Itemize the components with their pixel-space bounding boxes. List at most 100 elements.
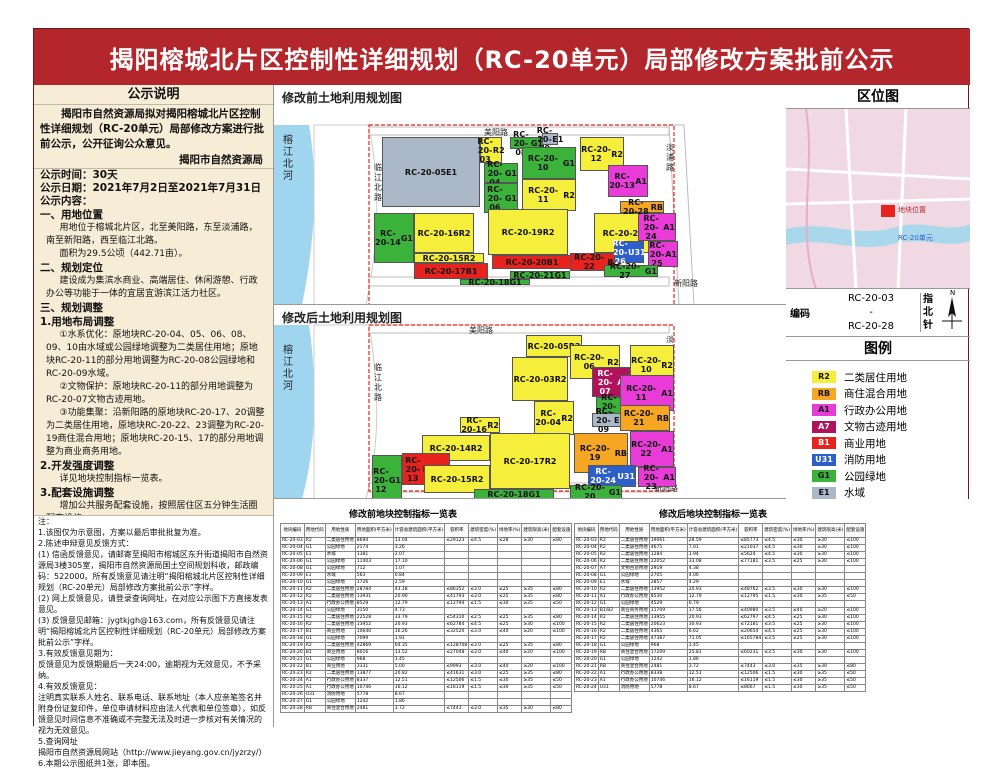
table-cell: 968 — [648, 642, 688, 650]
table-cell: ≤80 — [550, 586, 573, 594]
table-cell — [815, 656, 846, 664]
table-cell: ≤1.5 — [762, 677, 793, 685]
table-cell: ≤7443 — [738, 663, 764, 671]
legend-swatch: A1 — [812, 404, 836, 417]
table-cell — [844, 656, 867, 664]
table-cell: G1 — [597, 642, 620, 650]
table-cell: 5778 — [354, 691, 394, 699]
page-title: 揭阳榕城北片区控制性详细规划（RC-20单元）局部修改方案批前公示 — [34, 29, 970, 85]
table-cell: G1 — [303, 579, 326, 587]
table-cell: 13.04 — [392, 537, 446, 545]
table-cell: 水域 — [324, 551, 356, 559]
before-plot-rc-20-21: RC-20-21 G1 — [510, 271, 570, 280]
table-row: RC-20-16 R2 二类居住用地 13952 20.93 ≤62784 ≤4.5 ≤25 ≥… — [280, 621, 573, 629]
table-cell: ≤7443 — [444, 705, 470, 713]
table-cell: 2481 — [648, 663, 688, 671]
table-cell — [444, 607, 470, 615]
table-cell: 1.45 — [392, 656, 446, 664]
table-cell: RC-20-04 — [574, 544, 599, 552]
subsection-facilities: 3.配套设施调整 — [40, 487, 115, 499]
table-cell: ≥35 — [521, 684, 552, 692]
table-cell — [497, 698, 523, 706]
before-plot-rc-20-27: RC-20-27 G1 — [604, 262, 658, 280]
table-cell: 4365 — [648, 628, 688, 636]
after-plot-rc-20-04: RC-20-04 R2 — [534, 401, 574, 435]
table-row: RC-20-28 RB 商住混合用地 2481 3.72 ≤7443 ≤3.0 ≤35 ≥30 ≤… — [280, 705, 573, 713]
table-cell: 12.79 — [392, 600, 446, 608]
table-cell: E1 — [303, 551, 326, 559]
table-cell: ≤1.5 — [468, 677, 499, 685]
table-cell: ≥30 — [815, 537, 846, 545]
table-cell: ≤9993 — [444, 663, 470, 671]
table-cell — [791, 600, 817, 608]
before-plot-rc-20-15: RC-20-15 R2 — [414, 253, 484, 263]
table-cell: ≤25 — [497, 614, 523, 622]
table-cell: 二类居住用地 — [618, 551, 650, 559]
table-cell: G1 — [303, 565, 326, 573]
plot-code: RC-20-10 — [631, 356, 662, 374]
table-row: RC-20-11 A1 行政办公用地 8530 12.79 ≤12795 ≤1.5 ≤30 ≥3… — [574, 593, 867, 601]
table-cell — [550, 607, 573, 615]
table-cell: 行政办公用地 — [324, 677, 356, 685]
legend-swatch: A7 — [812, 420, 836, 433]
after-plot-rc-20-03: RC-20-03 R2 — [512, 357, 568, 401]
table-row: RC-20-20 B1 商业用地 8016 13.52 ≤27048 ≤3.0 ≤40 ≥20 ≤… — [280, 649, 573, 657]
table-cell: RC-20-17 — [280, 628, 305, 636]
table-cell: ≤25 — [791, 635, 817, 643]
table-cell: ≤4.5 — [762, 628, 793, 636]
plot-type: B1 — [546, 257, 559, 267]
plot-code: RC-20-17 — [503, 456, 545, 466]
site-marker — [881, 205, 895, 217]
notice-intro: 揭阳市自然资源局拟对揭阳榕城北片区控制性详细规划（RC-20单元）局部修改方案进… — [40, 108, 265, 150]
plot-code: RC-20-06 — [487, 184, 503, 212]
location-map: 地块位置 RC-20单元 — [786, 109, 970, 289]
note-line: 6.本期公示图纸共1张，即本图。 — [38, 759, 155, 768]
legend-label: 二类居住用地 — [844, 371, 907, 384]
table-cell: 商住混合用地 — [618, 649, 650, 657]
table-cell: 4675 — [648, 544, 688, 552]
table-cell — [762, 579, 793, 587]
table-cell — [468, 572, 499, 580]
table-header-cell: 容积率 — [444, 523, 470, 538]
table-cell: ≤29123 — [444, 537, 470, 545]
table-cell: RC-20-11 — [574, 593, 599, 601]
river-label: 榕江北河 — [283, 345, 293, 392]
table-cell: 563 — [354, 572, 394, 580]
table-cell: A1 — [597, 670, 620, 678]
table-cell — [521, 607, 552, 615]
table-cell: 8338 — [648, 670, 688, 678]
table-cell: 消防用地 — [618, 684, 650, 692]
table-cell: RC-20-20 — [280, 649, 305, 657]
table-cell: ≤100 — [550, 663, 573, 671]
table-cell: 16.12 — [686, 677, 740, 685]
table-cell: U31 — [597, 684, 620, 692]
table-cell: B1/B2 — [597, 607, 620, 615]
table-cell: 13931 — [354, 593, 394, 601]
table-cell — [468, 656, 499, 664]
road-meiyang: 美阳路 — [469, 326, 493, 335]
table-cell: ≤12794 — [444, 600, 470, 608]
table-cell: ≤100 — [550, 628, 573, 636]
table-cell — [815, 572, 846, 580]
table-row: RC-20-17 R2 二类居住用地 47387 71.05 ≤165784 ≤3.5 ≤25… — [574, 635, 867, 643]
table-cell — [468, 607, 499, 615]
notice-content-label: 公示内容： — [40, 195, 93, 207]
after-plot-rc-20-16: RC-20-16 R2 — [460, 416, 500, 434]
table-cell — [497, 691, 523, 699]
table-cell: 12.51 — [392, 677, 446, 685]
plot-code: RC-20-05 — [404, 167, 447, 177]
plot-type: R2 — [463, 253, 476, 263]
legend-item: A7 文物古迹用地 — [812, 419, 907, 436]
table-cell: R2 — [303, 642, 326, 650]
plot-type: G1 — [504, 168, 517, 178]
table-header-cell: 用地性质 — [618, 523, 650, 538]
plot-type: R2 — [563, 190, 575, 200]
table-cell: 公园绿地 — [324, 579, 356, 587]
table-cell: 二类居住用地 — [324, 586, 356, 594]
table-cell: 4.06 — [686, 572, 740, 580]
table-cell: ≤3.5 — [762, 607, 793, 615]
table-cell: 3.72 — [392, 705, 446, 713]
table-cell: 47387 — [648, 635, 688, 643]
table-cell: ≤62797 — [738, 614, 764, 622]
table-cell: 25.81 — [686, 649, 740, 657]
